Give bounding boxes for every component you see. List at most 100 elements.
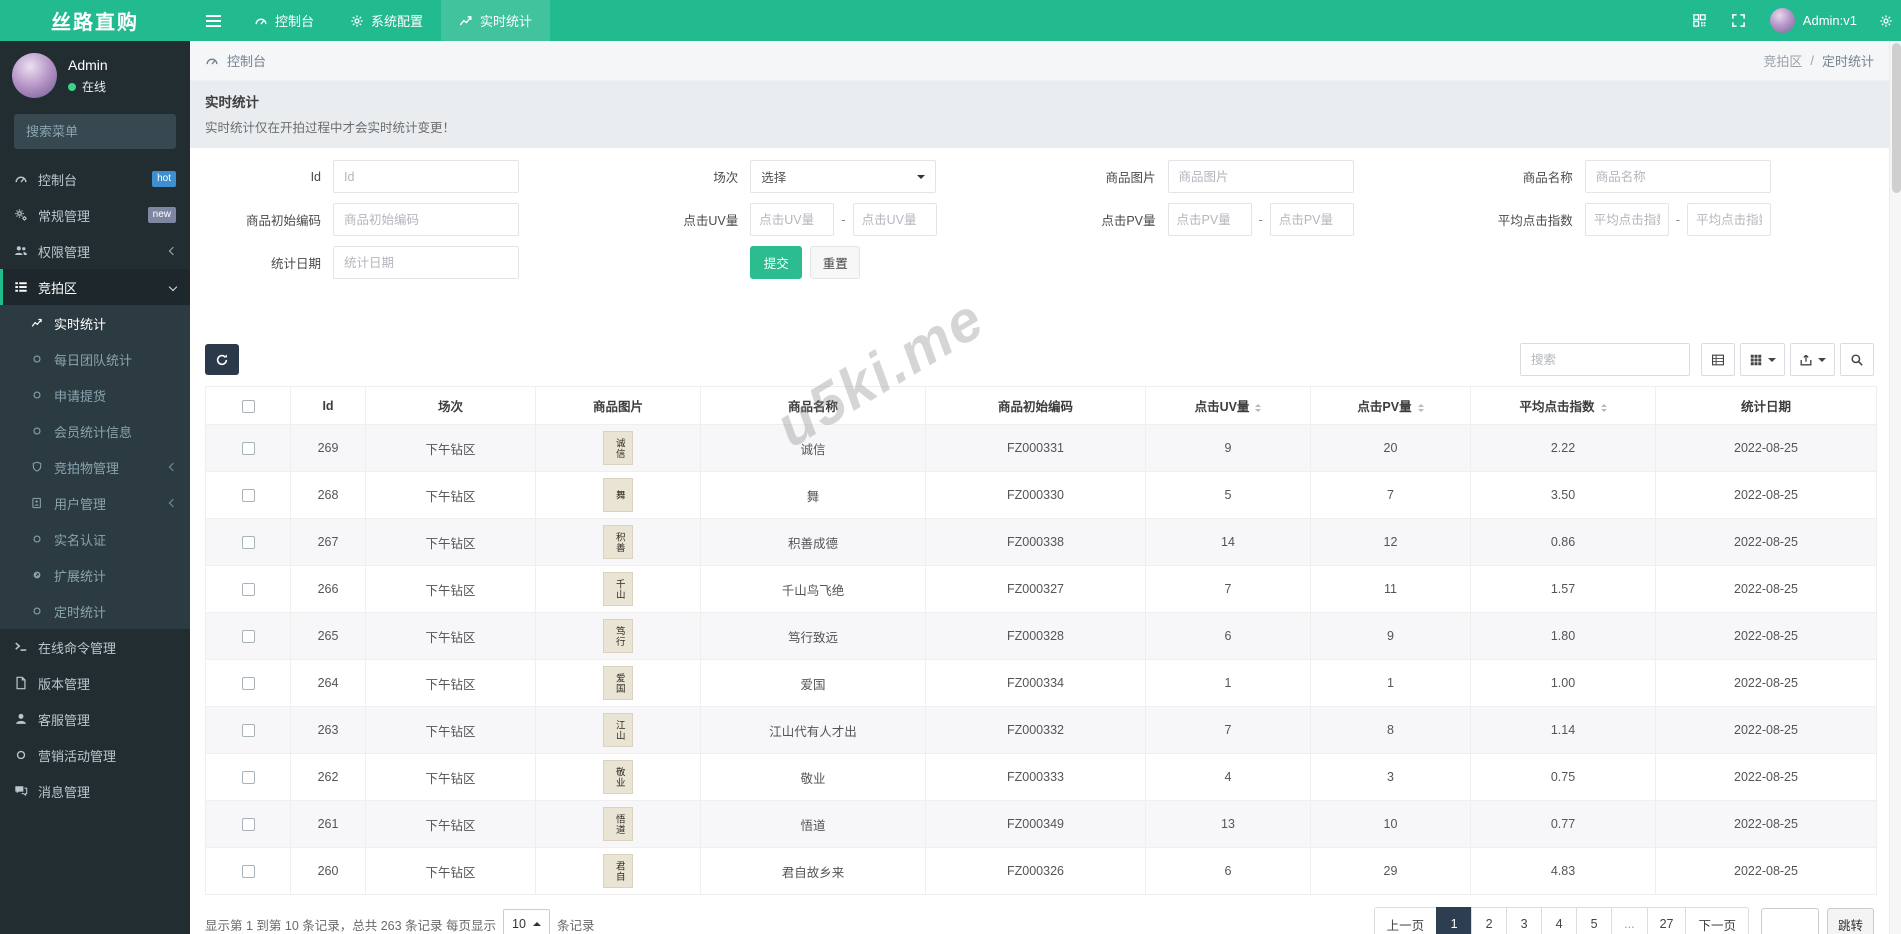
- sidebar-item[interactable]: 扩展统计: [0, 557, 190, 593]
- filter-id-input[interactable]: [333, 160, 519, 193]
- product-thumbnail[interactable]: 江山: [603, 713, 633, 747]
- sidebar-item[interactable]: 在线命令管理: [0, 629, 190, 665]
- cell-name: 舞: [700, 471, 926, 519]
- page-button[interactable]: 5: [1576, 907, 1613, 934]
- product-thumbnail[interactable]: 千山: [603, 572, 633, 606]
- filter-uv-max-input[interactable]: [852, 203, 937, 236]
- page-button[interactable]: 1: [1436, 907, 1473, 934]
- export-button[interactable]: [1790, 343, 1835, 376]
- settings-gear-icon[interactable]: [1879, 0, 1893, 41]
- next-page-button[interactable]: 下一页: [1685, 907, 1749, 934]
- sidebar-item[interactable]: 实时统计: [0, 305, 190, 341]
- column-header[interactable]: 点击UV量: [1145, 386, 1311, 425]
- product-thumbnail[interactable]: 敬业: [603, 760, 633, 794]
- table-row: 265 下午钻区 笃行 笃行致远 FZ000328 6 9 1.80 2022-08-25: [205, 612, 1877, 660]
- breadcrumb-current: 定时统计: [1821, 54, 1874, 69]
- table-search-button[interactable]: [1840, 343, 1874, 376]
- filter-image-input[interactable]: [1167, 160, 1354, 193]
- breadcrumb-parent[interactable]: 竞拍区: [1763, 51, 1802, 70]
- gauge-icon: [254, 14, 268, 28]
- row-checkbox[interactable]: [241, 442, 255, 456]
- jump-button[interactable]: 跳转: [1826, 907, 1874, 934]
- page-button[interactable]: 4: [1541, 907, 1578, 934]
- sidebar-item[interactable]: 用户管理: [0, 485, 190, 521]
- page-button[interactable]: 2: [1471, 907, 1508, 934]
- sidebar-search-input[interactable]: [14, 114, 176, 149]
- breadcrumb-left[interactable]: 控制台: [227, 51, 266, 70]
- row-checkbox[interactable]: [241, 677, 255, 691]
- sidebar-item[interactable]: 消息管理: [0, 773, 190, 809]
- sidebar-item[interactable]: 常规管理 new: [0, 197, 190, 233]
- refresh-button[interactable]: [205, 344, 239, 375]
- product-thumbnail[interactable]: 舞: [603, 478, 633, 512]
- filter-date-input[interactable]: [333, 246, 519, 279]
- scrollbar-thumb[interactable]: [1891, 43, 1901, 193]
- product-thumbnail[interactable]: 诚信: [603, 431, 633, 465]
- sidebar-item[interactable]: 每日团队统计: [0, 341, 190, 377]
- sidebar-item[interactable]: 会员统计信息: [0, 413, 190, 449]
- row-checkbox[interactable]: [241, 771, 255, 785]
- cell-id: 269: [290, 424, 366, 472]
- columns-button[interactable]: [1740, 343, 1785, 376]
- row-checkbox[interactable]: [241, 818, 255, 832]
- filter-avg-min-input[interactable]: [1584, 203, 1669, 236]
- cell-uv: 5: [1145, 471, 1311, 519]
- sort-icon[interactable]: [1417, 401, 1424, 415]
- cell-avg: 1.80: [1470, 612, 1656, 660]
- sidebar-item[interactable]: 权限管理: [0, 233, 190, 269]
- product-thumbnail[interactable]: 悟道: [603, 807, 633, 841]
- table-search-input[interactable]: [1520, 343, 1690, 376]
- filter-code-input[interactable]: [333, 203, 519, 236]
- row-checkbox[interactable]: [241, 865, 255, 879]
- user-menu[interactable]: Admin:v1: [1769, 8, 1857, 33]
- jump-page-input[interactable]: [1760, 907, 1819, 934]
- row-checkbox[interactable]: [241, 489, 255, 503]
- reset-button[interactable]: 重置: [810, 246, 861, 279]
- nav-tab-console[interactable]: 控制台: [236, 0, 332, 41]
- toggle-view-button[interactable]: [1701, 343, 1735, 376]
- row-checkbox[interactable]: [241, 583, 255, 597]
- sidebar-item[interactable]: 客服管理: [0, 701, 190, 737]
- filter-session-select[interactable]: 选择: [750, 160, 937, 193]
- page-button[interactable]: 3: [1506, 907, 1543, 934]
- fullscreen-icon[interactable]: [1731, 13, 1746, 28]
- sidebar-toggle-button[interactable]: [190, 0, 236, 41]
- page-size-select[interactable]: 10: [503, 909, 550, 934]
- product-thumbnail[interactable]: 笃行: [603, 619, 633, 653]
- sidebar-item[interactable]: 定时统计: [0, 593, 190, 629]
- sort-icon[interactable]: [1255, 401, 1262, 415]
- table-row: 261 下午钻区 悟道 悟道 FZ000349 13 10 0.77 2022-08-25: [205, 800, 1877, 848]
- submit-button[interactable]: 提交: [750, 246, 803, 279]
- sidebar-item[interactable]: 控制台 hot: [0, 161, 190, 197]
- column-header[interactable]: 平均点击指数: [1470, 386, 1656, 425]
- row-checkbox[interactable]: [241, 724, 255, 738]
- product-thumbnail[interactable]: 爱国: [603, 666, 633, 700]
- sidebar-item[interactable]: 实名认证: [0, 521, 190, 557]
- filter-pv-max-input[interactable]: [1269, 203, 1354, 236]
- table-toolbar: [205, 343, 1874, 376]
- filter-pv-min-input[interactable]: [1167, 203, 1252, 236]
- sidebar-item[interactable]: 申请提货: [0, 377, 190, 413]
- row-checkbox[interactable]: [241, 630, 255, 644]
- prev-page-button[interactable]: 上一页: [1373, 907, 1438, 934]
- cell-session: 下午钻区: [365, 753, 536, 801]
- filter-name-input[interactable]: [1584, 160, 1771, 193]
- filter-uv-min-input[interactable]: [750, 203, 835, 236]
- row-checkbox[interactable]: [241, 536, 255, 550]
- product-thumbnail[interactable]: 君自: [603, 854, 633, 888]
- scrollbar[interactable]: [1889, 41, 1901, 934]
- page-button[interactable]: 27: [1646, 907, 1687, 934]
- sidebar-item[interactable]: 营销活动管理: [0, 737, 190, 773]
- sort-icon[interactable]: [1600, 401, 1607, 415]
- sidebar-item[interactable]: 竞拍物管理: [0, 449, 190, 485]
- product-thumbnail[interactable]: 积善: [603, 525, 633, 559]
- filter-avg-max-input[interactable]: [1687, 203, 1772, 236]
- select-all-checkbox[interactable]: [241, 399, 255, 413]
- nav-tab-system-config[interactable]: 系统配置: [332, 0, 441, 41]
- apps-icon[interactable]: [1692, 13, 1707, 28]
- column-header[interactable]: 点击PV量: [1310, 386, 1471, 425]
- nav-tab-realtime-stats[interactable]: 实时统计: [441, 0, 551, 41]
- filter-code-label: 商品初始编码: [245, 214, 321, 228]
- sidebar-item[interactable]: 竞拍区: [0, 269, 190, 305]
- sidebar-item[interactable]: 版本管理: [0, 665, 190, 701]
